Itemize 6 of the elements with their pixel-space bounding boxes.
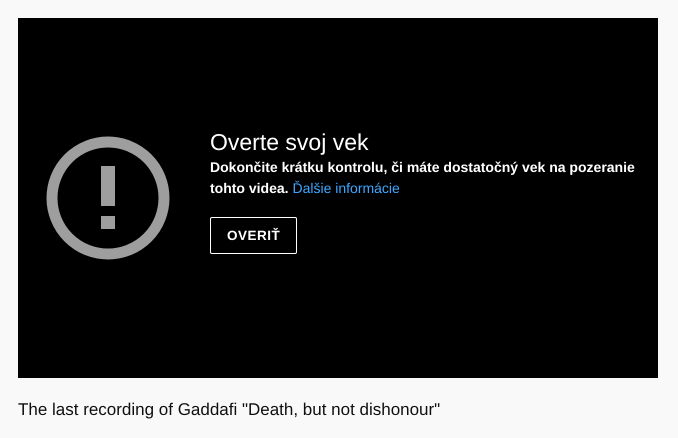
warning-icon <box>46 136 170 260</box>
video-title: The last recording of Gaddafi "Death, but not dishonour" <box>18 400 442 420</box>
learn-more-link[interactable]: Ďalšie informácie <box>292 180 400 196</box>
age-check-message: Dokončite krátku kontrolu, či máte dostatočný vek na pozeranie tohto videa. Ďalšie informácie <box>210 158 636 198</box>
age-check-title: Overte svoj vek <box>210 128 368 156</box>
verify-button[interactable]: OVERIŤ <box>210 217 298 254</box>
